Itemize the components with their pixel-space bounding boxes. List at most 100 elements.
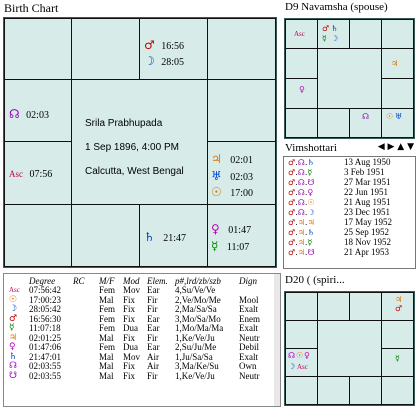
venus-icon: ♀ <box>211 222 220 236</box>
navamsha-panel: D9 Navamsha (spouse) Asc ♂ ♄ ☿ ☽ ♃ ♀ ☊ ☉… <box>281 0 418 140</box>
house-cell[interactable] <box>71 204 140 267</box>
prev-arrow-icon[interactable]: ◀ <box>378 142 385 152</box>
uranus-icon: ♅ <box>395 112 403 121</box>
jupiter-icon: ♃ <box>211 152 222 166</box>
house-cell[interactable] <box>349 19 382 49</box>
dasha-lords: ♂.☊.☋ <box>288 178 315 187</box>
dasha-row[interactable]: ♂.♃.♃ 17 May 1952 <box>288 217 413 227</box>
col-rc: RC <box>73 276 85 286</box>
rahu-icon: ☊ <box>362 112 370 121</box>
next-arrow-icon[interactable]: ▶ <box>387 142 394 152</box>
house-cell[interactable] <box>285 108 318 138</box>
planet-mercury[interactable]: ☿ 11:07 <box>211 239 249 253</box>
col-dign: Dign <box>239 276 257 286</box>
vimshottari-title: Vimshottari <box>285 142 337 154</box>
planet-rahu[interactable]: ☊ 02:03 <box>9 107 49 121</box>
saturn-icon: ♄ <box>144 230 155 244</box>
ascendant-label: Asc <box>9 169 23 179</box>
planet-sun[interactable]: ☉ 17:00 <box>211 185 253 199</box>
house-cell[interactable] <box>349 376 382 405</box>
house-cell[interactable] <box>381 19 414 49</box>
planet-mars[interactable]: ♂ 16:56 <box>144 38 184 52</box>
dasha-lords: ♂.☊.♄ <box>288 158 315 167</box>
rahu-icon: ☊ <box>9 107 20 121</box>
dasha-lords: ♂.♃.♄ <box>288 228 315 237</box>
house-cell[interactable] <box>4 204 72 267</box>
dasha-row[interactable]: ♂.♃.♄ 25 Sep 1952 <box>288 227 413 237</box>
mercury-icon: ☿ <box>395 354 400 363</box>
ascendant-label: Asc <box>297 363 308 371</box>
house-cell[interactable] <box>317 292 350 321</box>
birth-datetime: 1 Sep 1896, 4:00 PM <box>85 142 179 153</box>
table-scrollbar[interactable] <box>274 274 280 406</box>
dasha-row[interactable]: ♂.☊.♄ 13 Aug 1950 <box>288 157 413 167</box>
dasha-row[interactable]: ♂.☊.☽ 23 Dec 1951 <box>288 207 413 217</box>
vimshottari-panel: Vimshottari ◀ ▶ ▲ ▼ ♂.☊.♄ 13 Aug 1950 ♂.… <box>281 140 418 270</box>
dasha-lords: ♂.☊.☿ <box>288 168 313 177</box>
dasha-lords: ♂.♃.☿ <box>288 238 313 247</box>
planet-saturn[interactable]: ♄ 21:47 <box>144 230 186 244</box>
dasha-lords: ♂.♃.♃ <box>288 218 315 227</box>
dasha-row[interactable]: ♂.☊.☋ 27 Mar 1951 <box>288 177 413 187</box>
dasha-row[interactable]: ♂.☊.☿ 3 Feb 1951 <box>288 167 413 177</box>
mercury-icon: ☿ <box>322 34 327 43</box>
moon-icon: ☽ <box>288 362 296 371</box>
jupiter-icon: ♃ <box>395 295 403 304</box>
house-cell[interactable] <box>4 18 72 80</box>
sun-icon: ☉ <box>296 351 304 360</box>
house-cell[interactable] <box>207 18 276 80</box>
planet-uranus[interactable]: ♅ 02:03 <box>211 169 253 183</box>
house-cell[interactable] <box>381 78 414 109</box>
up-arrow-icon[interactable]: ▲ <box>397 142 404 152</box>
planet-venus[interactable]: ♀ 01:47 <box>211 222 251 236</box>
native-name: Srila Prabhupada <box>85 118 163 129</box>
vimshottari-list[interactable]: ♂.☊.♄ 13 Aug 1950 ♂.☊.☿ 3 Feb 1951 ♂.☊.☋… <box>283 156 416 269</box>
ketu-icon: ☋ <box>9 370 17 381</box>
table-row[interactable]: ☋ 02:03:55 Mal Fix Fir 1,Ke/Ve/Ju Neutr <box>8 370 264 382</box>
ascendant[interactable]: Asc 07:56 <box>9 169 52 180</box>
dasha-row[interactable]: ♂.♃.☋ 21 Apr 1953 <box>288 247 413 257</box>
dasha-lords: ♂.☊.☽ <box>288 208 315 217</box>
moon-icon: ☽ <box>144 54 155 68</box>
navamsha-grid[interactable]: Asc ♂ ♄ ☿ ☽ ♃ ♀ ☊ ☉ ♅ <box>284 18 415 139</box>
house-cell[interactable] <box>317 108 350 138</box>
ascendant-label: Asc <box>294 30 305 38</box>
planet-table-panel: Degree RC M/F Mod Elem. p#,lrd/zb/szb Di… <box>3 273 281 407</box>
dasha-lords: ♂.☊.☉ <box>288 198 315 207</box>
birth-chart-title: Birth Chart <box>4 1 59 15</box>
dasha-lords: ♂.♃.☋ <box>288 248 315 257</box>
house-cell[interactable] <box>349 292 382 321</box>
venus-icon: ♀ <box>299 85 305 94</box>
mercury-icon: ☿ <box>211 239 219 253</box>
dasha-row[interactable]: ♂.☊.♀ 22 Jun 1951 <box>288 187 413 197</box>
saturn-icon: ♄ <box>331 24 339 33</box>
house-cell[interactable] <box>381 320 414 349</box>
d20-grid[interactable]: ♃ ♂ ☊ ☉ ♀ ☽ Asc ☿ <box>284 291 415 406</box>
dasha-row[interactable]: ♂.☊.☉ 21 Aug 1951 <box>288 197 413 207</box>
birth-chart-grid[interactable]: Srila Prabhupada 1 Sep 1896, 4:00 PM Cal… <box>3 17 277 268</box>
mars-icon: ♂ <box>144 38 155 52</box>
sun-icon: ☉ <box>211 185 222 199</box>
chart-center <box>317 48 382 109</box>
moon-icon: ☽ <box>331 34 339 43</box>
planet-jupiter[interactable]: ♃ 02:01 <box>211 152 253 166</box>
dasha-row[interactable]: ♂.♃.☿ 18 Nov 1952 <box>288 237 413 247</box>
mars-icon: ♂ <box>322 24 330 33</box>
house-cell[interactable] <box>381 376 414 405</box>
house-cell[interactable] <box>317 376 350 405</box>
d20-title: D20 ( (spiri... <box>285 274 345 286</box>
house-cell[interactable] <box>285 48 318 79</box>
house-cell[interactable] <box>71 18 140 80</box>
house-cell[interactable] <box>285 376 318 405</box>
venus-icon: ♀ <box>304 351 310 360</box>
house-cell[interactable] <box>285 320 318 349</box>
sun-icon: ☉ <box>386 112 394 121</box>
uranus-icon: ♅ <box>211 169 222 183</box>
house-cell[interactable] <box>285 292 318 321</box>
house-cell[interactable] <box>207 79 276 142</box>
down-arrow-icon[interactable]: ▼ <box>407 142 414 152</box>
navamsha-title: D9 Navamsha (spouse) <box>285 1 388 13</box>
dasha-lords: ♂.☊.♀ <box>288 188 314 197</box>
chart-center <box>317 320 382 377</box>
planet-moon[interactable]: ☽ 28:05 <box>144 54 184 68</box>
